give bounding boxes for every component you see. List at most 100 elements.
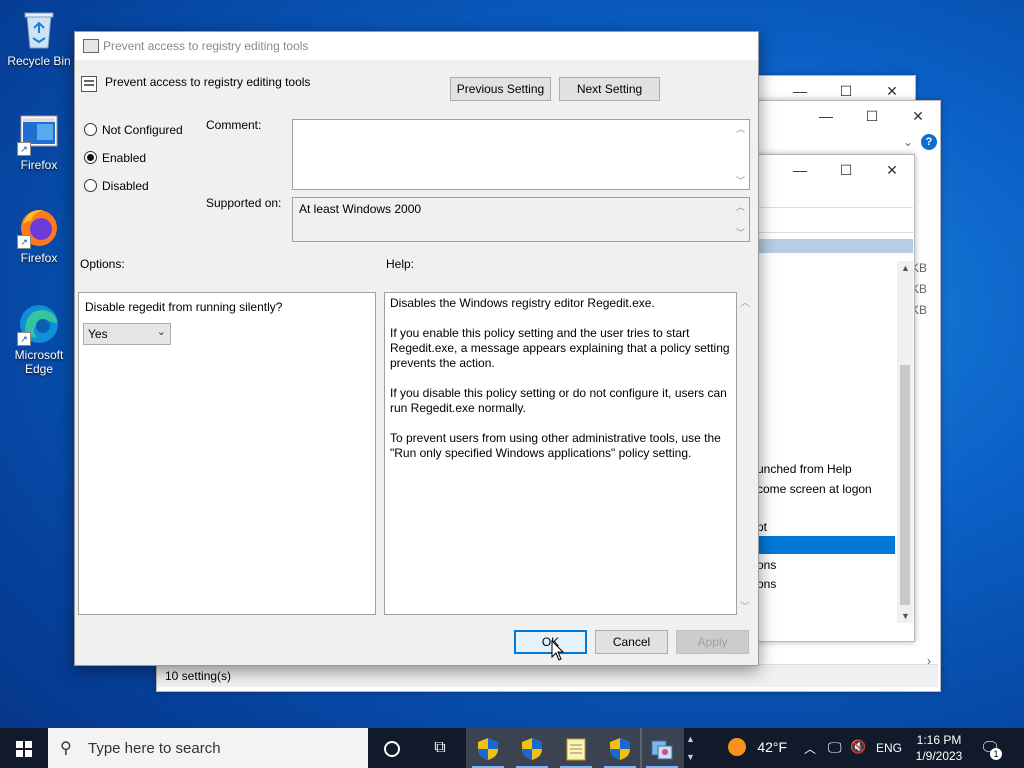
list-item[interactable]: ons [757, 577, 776, 591]
background-window-front[interactable]: — ☐ ✕ unched from Help come screen at lo… [756, 154, 915, 642]
help-text: Disables the Windows registry editor Reg… [390, 296, 730, 476]
close-button[interactable]: ✕ [895, 101, 941, 131]
cortana-button[interactable] [370, 728, 414, 768]
recycle-bin-icon [17, 8, 61, 52]
supported-scrollbar[interactable]: ︿ ﹀ [732, 198, 749, 241]
policy-setting-dialog[interactable]: Prevent access to registry editing tools… [74, 31, 759, 666]
comment-field[interactable]: ︿ ﹀ [292, 119, 750, 190]
task-view-button[interactable]: ⧉ [418, 728, 462, 768]
desktop-icon-firefox[interactable]: ↗ Firefox [4, 205, 74, 265]
radio-enabled[interactable]: Enabled [84, 151, 146, 165]
shield-icon [610, 737, 630, 760]
option-question: Disable regedit from running silently? [85, 300, 283, 314]
show-hidden-icons-button[interactable]: ︿ [804, 740, 816, 757]
help-paragraph: Disables the Windows registry editor Reg… [390, 296, 655, 310]
help-scrollbar[interactable]: ︿ ﹀ [737, 292, 753, 615]
next-setting-button[interactable]: Next Setting [559, 77, 660, 101]
cancel-button[interactable]: Cancel [595, 630, 668, 654]
help-icon[interactable]: ? [921, 134, 937, 150]
window-title: Prevent access to registry editing tools [103, 39, 309, 53]
radio-disabled[interactable]: Disabled [84, 179, 149, 193]
edge-icon: ↗ [17, 302, 61, 346]
radio-indicator[interactable] [84, 179, 97, 192]
maximize-button[interactable]: ☐ [823, 155, 869, 185]
desktop-icon-recycle-bin[interactable]: Recycle Bin [4, 8, 74, 68]
taskbar-app-registry[interactable] [640, 728, 684, 768]
action-center-button[interactable]: 🗨 1 [980, 738, 1002, 760]
chevron-down-icon: ⌄ [156, 326, 166, 338]
desktop-icon-label: Firefox [20, 251, 58, 265]
vertical-scrollbar[interactable]: ▲ ▼ [897, 261, 913, 623]
taskbar-search-box[interactable]: ⚲ Type here to search [48, 728, 368, 768]
network-icon[interactable]: 🖵 [828, 739, 842, 756]
comment-scrollbar[interactable]: ︿ ﹀ [732, 120, 749, 189]
taskbar-app-gpedit-2[interactable] [510, 728, 554, 768]
scroll-up-icon[interactable]: ︿ [736, 200, 745, 213]
taskbar-app-gpedit-3[interactable] [598, 728, 642, 768]
supported-on-label: Supported on: [206, 196, 282, 210]
notepad-icon [566, 738, 586, 761]
radio-indicator[interactable] [84, 151, 97, 164]
list-item[interactable]: come screen at logon [757, 482, 872, 496]
help-paragraph: To prevent users from using other admini… [390, 431, 721, 460]
scroll-up-icon[interactable]: ▲ [901, 263, 910, 273]
shield-icon [522, 737, 542, 760]
scroll-down-icon[interactable]: ﹀ [736, 226, 745, 239]
search-placeholder: Type here to search [88, 740, 221, 757]
firefox-icon: ↗ [17, 205, 61, 249]
list-item[interactable]: ons [757, 558, 776, 572]
policy-header-icon [81, 76, 97, 92]
radio-label: Disabled [102, 179, 149, 193]
list-header-selected [757, 239, 913, 253]
scroll-down-icon[interactable]: ﹀ [736, 174, 745, 187]
previous-setting-button[interactable]: Previous Setting [450, 77, 551, 101]
option-select[interactable]: Yes ⌄ [83, 323, 171, 345]
start-button[interactable] [2, 728, 46, 768]
chevron-down-icon[interactable]: ⌄ [903, 135, 913, 149]
language-indicator[interactable]: ENG [876, 741, 902, 755]
mouse-cursor-icon [551, 640, 565, 661]
task-view-icon: ⧉ [434, 739, 446, 756]
policy-icon [83, 39, 99, 53]
notification-count: 1 [990, 748, 1002, 760]
shortcut-arrow-icon: ↗ [17, 235, 31, 249]
radio-indicator[interactable] [84, 123, 97, 136]
weather-temp: 42°F [757, 739, 788, 755]
close-button[interactable]: ✕ [869, 155, 915, 185]
shield-icon [478, 737, 498, 760]
cortana-icon [384, 740, 400, 757]
clock-date: 1/9/2023 [915, 749, 963, 763]
status-text: 10 setting(s) [165, 669, 232, 683]
radio-not-configured[interactable]: Not Configured [84, 123, 183, 137]
search-icon: ⚲ [60, 740, 72, 757]
minimize-button[interactable]: — [803, 101, 849, 131]
scroll-taskbar-icons[interactable]: ▲ ▼ [686, 730, 695, 766]
clock[interactable]: 1:16 PM 1/9/2023 [910, 732, 968, 764]
weather-widget[interactable]: 42°F [728, 738, 787, 756]
desktop-icon-edge[interactable]: ↗ Microsoft Edge [4, 302, 74, 376]
scroll-up-icon[interactable]: ︿ [736, 122, 745, 135]
dialog-titlebar[interactable]: Prevent access to registry editing tools [75, 32, 758, 60]
address-bar[interactable] [757, 207, 913, 233]
options-panel: Disable regedit from running silently? Y… [78, 292, 376, 615]
windows-logo-icon [16, 740, 32, 757]
shortcut-arrow-icon: ↗ [17, 332, 31, 346]
scroll-down-icon[interactable]: ▼ [901, 611, 910, 621]
desktop-icon-firefox-shortcut[interactable]: ↗ Firefox [4, 112, 74, 172]
taskbar-app-gpedit-1[interactable] [466, 728, 510, 768]
list-item[interactable]: unched from Help [757, 462, 852, 476]
status-bar: 10 setting(s) [157, 664, 938, 687]
apply-button[interactable]: Apply [676, 630, 749, 654]
comment-label: Comment: [206, 118, 262, 132]
sun-icon [728, 738, 746, 756]
minimize-button[interactable]: — [777, 155, 823, 185]
list-item-selected[interactable] [757, 536, 895, 554]
volume-muted-icon[interactable]: 🔇 [850, 739, 866, 755]
taskbar-app-notepad[interactable] [554, 728, 598, 768]
maximize-button[interactable]: ☐ [849, 101, 895, 131]
scroll-down-icon[interactable]: ﹀ [740, 598, 750, 613]
scrollbar-thumb[interactable] [900, 365, 910, 605]
scroll-up-icon[interactable]: ︿ [740, 294, 750, 309]
supported-on-field: At least Windows 2000 ︿ ﹀ [292, 197, 750, 242]
help-panel: Disables the Windows registry editor Reg… [384, 292, 737, 615]
